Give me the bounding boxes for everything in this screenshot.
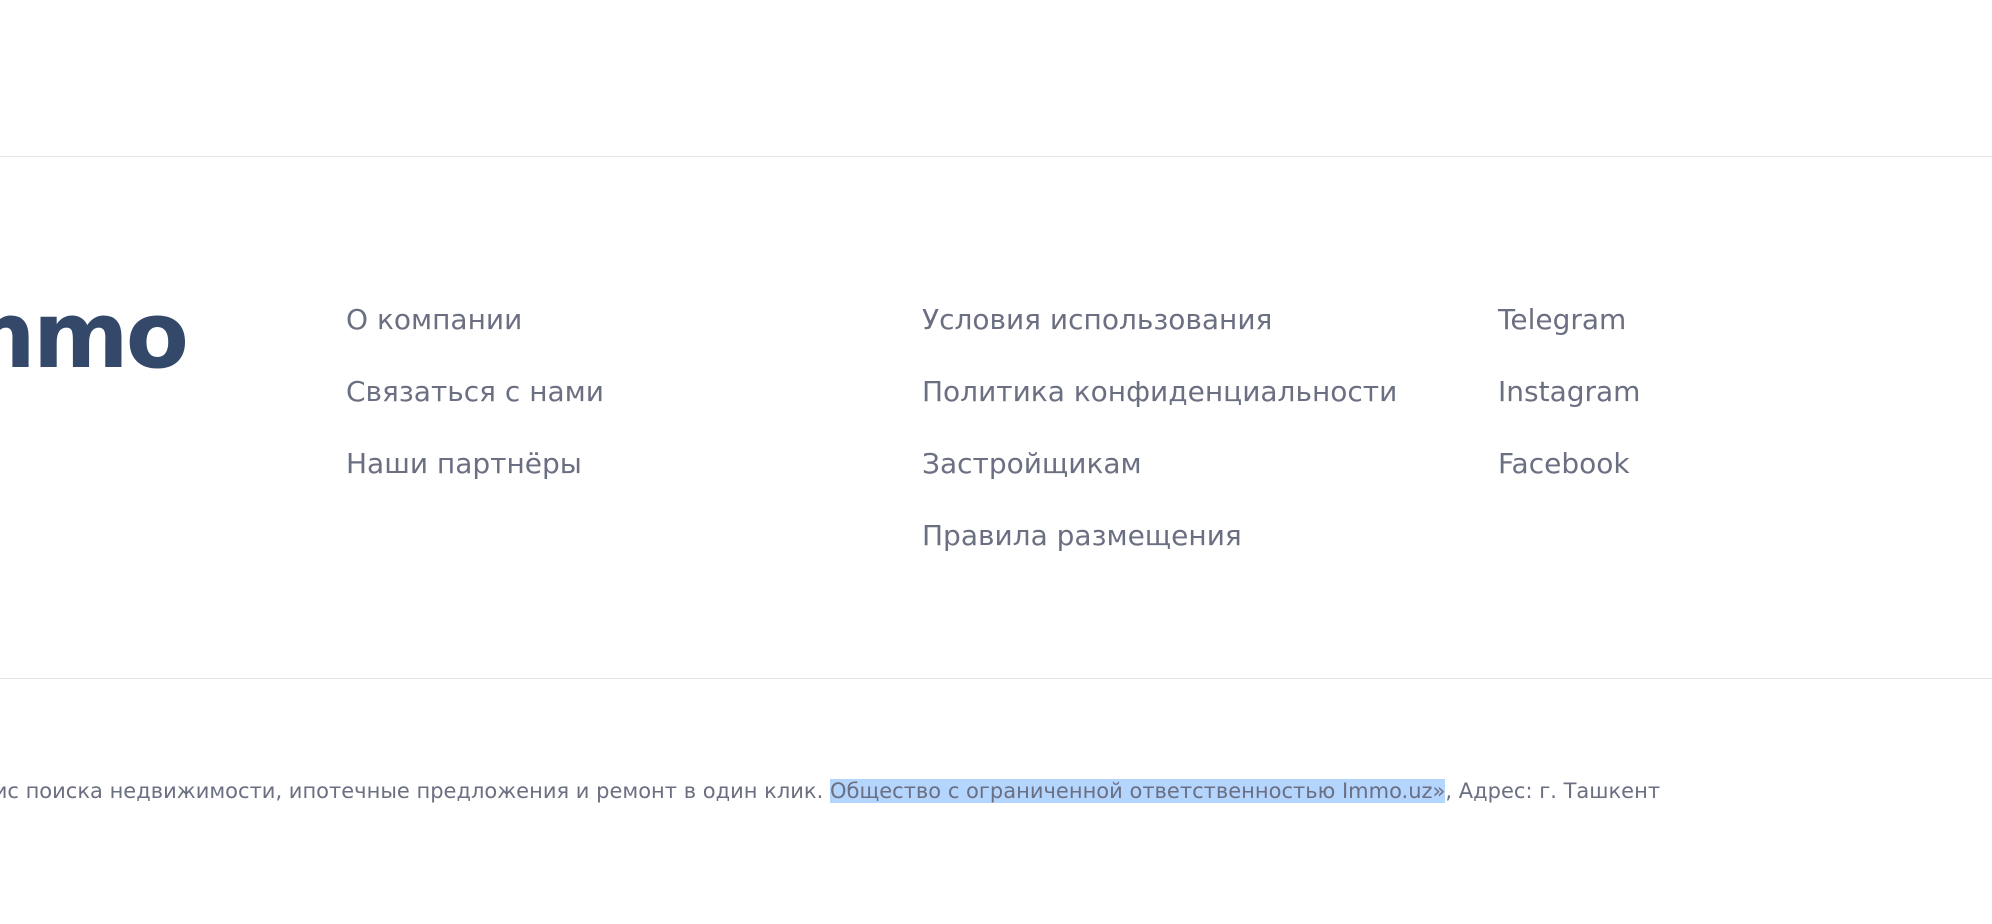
link-posting-rules[interactable]: Правила размещения [922,500,1397,572]
footer-column-company: О компании Связаться с нами Наши партнёр… [346,284,604,500]
legal-text-prefix: рвис поиска недвижимости, ипотечные пред… [0,779,830,803]
footer-column-legal: Условия использования Политика конфиденц… [922,284,1397,572]
top-divider [0,156,1992,157]
link-contact-us[interactable]: Связаться с нами [346,356,604,428]
link-instagram[interactable]: Instagram [1498,356,1640,428]
link-our-partners[interactable]: Наши партнёры [346,428,604,500]
link-privacy-policy[interactable]: Политика конфиденциальности [922,356,1397,428]
link-facebook[interactable]: Facebook [1498,428,1640,500]
legal-text-address: , Адрес: г. Ташкент [1445,779,1661,803]
legal-text: рвис поиска недвижимости, ипотечные пред… [0,773,1660,809]
link-for-developers[interactable]: Застройщикам [922,428,1397,500]
footer-column-social: Telegram Instagram Facebook [1498,284,1640,500]
link-about-company[interactable]: О компании [346,284,604,356]
bottom-divider [0,678,1992,679]
link-telegram[interactable]: Telegram [1498,284,1640,356]
link-terms-of-use[interactable]: Условия использования [922,284,1397,356]
brand-logo[interactable]: mmo [0,290,189,382]
legal-text-selected: Общество с ограниченной ответственностью… [829,779,1446,803]
footer-page: mmo О компании Связаться с нами Наши пар… [0,0,1992,924]
